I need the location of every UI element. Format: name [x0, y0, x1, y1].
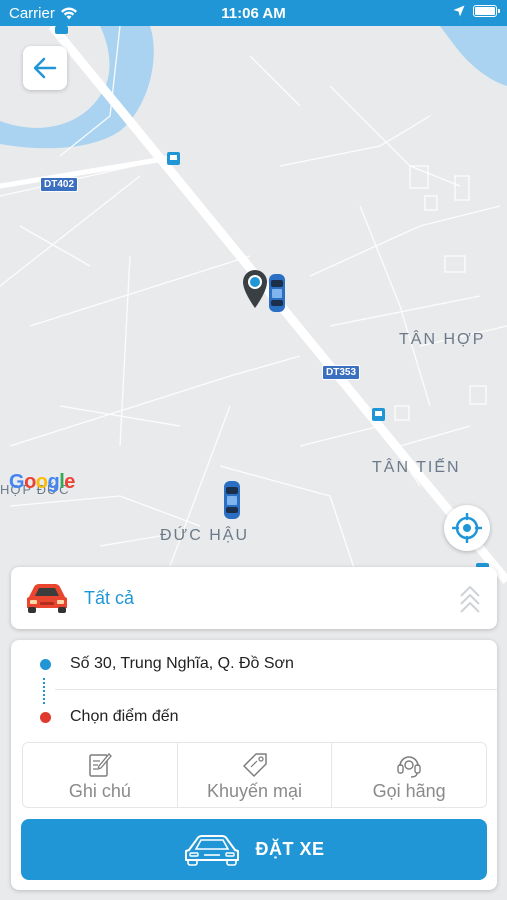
pencil-note-icon [89, 753, 112, 777]
status-bar: Carrier 11:06 AM [0, 0, 507, 26]
destination-field[interactable]: Chọn điểm đến [11, 692, 497, 742]
vehicle-type-selector[interactable]: Tất cả [11, 567, 497, 629]
car-marker-icon[interactable] [268, 273, 286, 313]
headset-icon [397, 756, 421, 778]
pickup-dot-icon [40, 659, 51, 670]
tag-icon [242, 753, 267, 777]
map-label-duc-hau: ĐỨC HẬU [160, 527, 249, 544]
clock: 11:06 AM [221, 5, 286, 22]
pickup-address: Số 30, Trung Nghĩa, Q. Đồ Sơn [70, 655, 294, 672]
battery-icon [473, 5, 500, 17]
car-marker-icon[interactable] [223, 480, 241, 520]
note-label: Ghi chú [68, 781, 131, 801]
map-label-tan-hop: TÂN HỢP [399, 331, 486, 348]
my-location-button[interactable] [444, 505, 490, 551]
pickup-field[interactable]: Số 30, Trung Nghĩa, Q. Đồ Sơn [40, 640, 497, 690]
note-button[interactable]: Ghi chú [23, 743, 178, 807]
action-bar: Ghi chú Khuyến mại Gọi hãng [22, 742, 487, 808]
book-car-label: ĐẶT XE [255, 839, 325, 859]
call-company-label: Gọi hãng [372, 781, 446, 801]
promotion-button[interactable]: Khuyến mại [178, 743, 333, 807]
booking-panel: Số 30, Trung Nghĩa, Q. Đồ Sơn Chọn điểm … [11, 640, 497, 890]
road-shield-dt353: DT353 [322, 365, 361, 380]
call-company-button[interactable]: Gọi hãng [332, 743, 486, 807]
road-shield-dt402: DT402 [40, 177, 79, 192]
book-car-button[interactable]: ĐẶT XE [21, 819, 487, 880]
car-outline-icon [185, 834, 240, 866]
map-label-tan-tien: TÂN TIẾN [372, 459, 461, 476]
destination-dot-icon [40, 712, 51, 723]
vehicle-type-label: Tất cả [84, 588, 135, 608]
promotion-label: Khuyến mại [206, 781, 303, 801]
google-logo: Google [9, 471, 75, 493]
crosshair-icon [452, 513, 482, 543]
double-chevron-up-icon[interactable] [459, 583, 481, 613]
arrow-left-icon [33, 57, 57, 79]
destination-placeholder: Chọn điểm đến [70, 708, 179, 725]
pickup-pin-icon[interactable] [243, 270, 267, 310]
location-arrow-icon [453, 5, 465, 17]
red-car-icon [27, 584, 67, 613]
back-button[interactable] [23, 46, 67, 90]
map-view[interactable]: DT402 DT353 TÂN HỢP TÂN TIẾN ĐỨC HẬU HỢP… [0, 26, 507, 586]
